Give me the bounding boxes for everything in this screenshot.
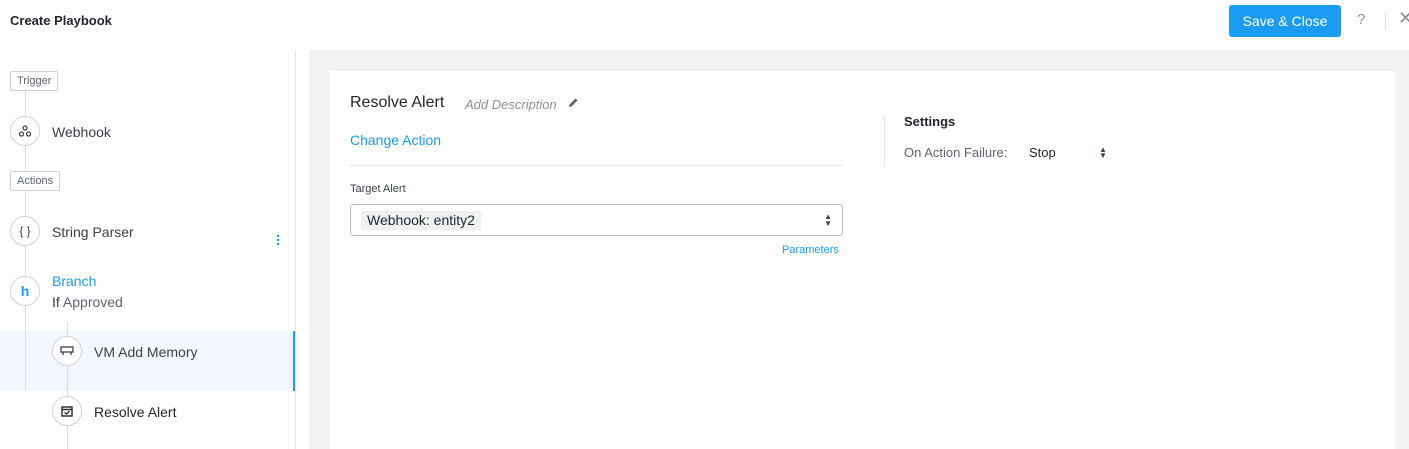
- sidebar-node-branch[interactable]: Branch: [52, 273, 96, 289]
- branch-icon[interactable]: h: [10, 276, 40, 306]
- parameters-link[interactable]: Parameters: [782, 244, 839, 256]
- branch-condition: If Approved: [52, 294, 123, 310]
- on-action-failure-select[interactable]: Stop ▲ ▼: [1029, 145, 1109, 161]
- memory-icon[interactable]: [52, 336, 82, 366]
- section-divider: [350, 165, 843, 166]
- webhook-icon[interactable]: [10, 116, 40, 146]
- close-icon[interactable]: ✕: [1398, 8, 1409, 29]
- add-description-link[interactable]: Add Description: [465, 97, 557, 112]
- change-action-link[interactable]: Change Action: [350, 132, 441, 148]
- branch-more-options-icon[interactable]: [276, 233, 280, 249]
- select-caret-icon: ▲ ▼: [1099, 145, 1107, 160]
- settings-divider: [884, 116, 885, 167]
- actions-tag: Actions: [10, 171, 61, 191]
- sidebar-node-webhook[interactable]: Webhook: [52, 124, 111, 140]
- sidebar-node-vm-add-memory[interactable]: VM Add Memory: [94, 344, 197, 360]
- sidebar-node-string-parser[interactable]: String Parser: [52, 224, 134, 240]
- target-alert-chip: Webhook: entity2: [361, 211, 481, 230]
- action-title: Resolve Alert: [350, 94, 445, 111]
- select-caret-icon: ▲ ▼: [824, 212, 832, 228]
- top-bar: Create Playbook Save & Close ? ✕: [0, 0, 1409, 50]
- settings-title: Settings: [904, 114, 956, 129]
- trigger-tag: Trigger: [10, 71, 59, 91]
- page-title: Create Playbook: [10, 13, 112, 28]
- save-and-close-button[interactable]: Save & Close: [1229, 5, 1341, 37]
- action-panel: [330, 71, 1395, 449]
- target-alert-label: Target Alert: [350, 183, 406, 195]
- pencil-icon[interactable]: [568, 97, 579, 111]
- on-action-failure-label: On Action Failure:: [904, 145, 1008, 160]
- branch-condition-value: Approved: [62, 294, 123, 310]
- help-icon[interactable]: ?: [1357, 11, 1365, 28]
- braces-icon[interactable]: { }: [10, 216, 40, 246]
- header-divider: [1385, 14, 1386, 30]
- selected-node-highlight: [0, 331, 295, 391]
- sidebar-node-resolve-alert[interactable]: Resolve Alert: [94, 404, 176, 420]
- on-action-failure-value: Stop: [1029, 145, 1056, 160]
- branch-condition-prefix: If: [52, 294, 60, 310]
- target-alert-select[interactable]: Webhook: entity2 ▲ ▼: [350, 204, 843, 236]
- resolve-alert-icon[interactable]: [52, 396, 82, 426]
